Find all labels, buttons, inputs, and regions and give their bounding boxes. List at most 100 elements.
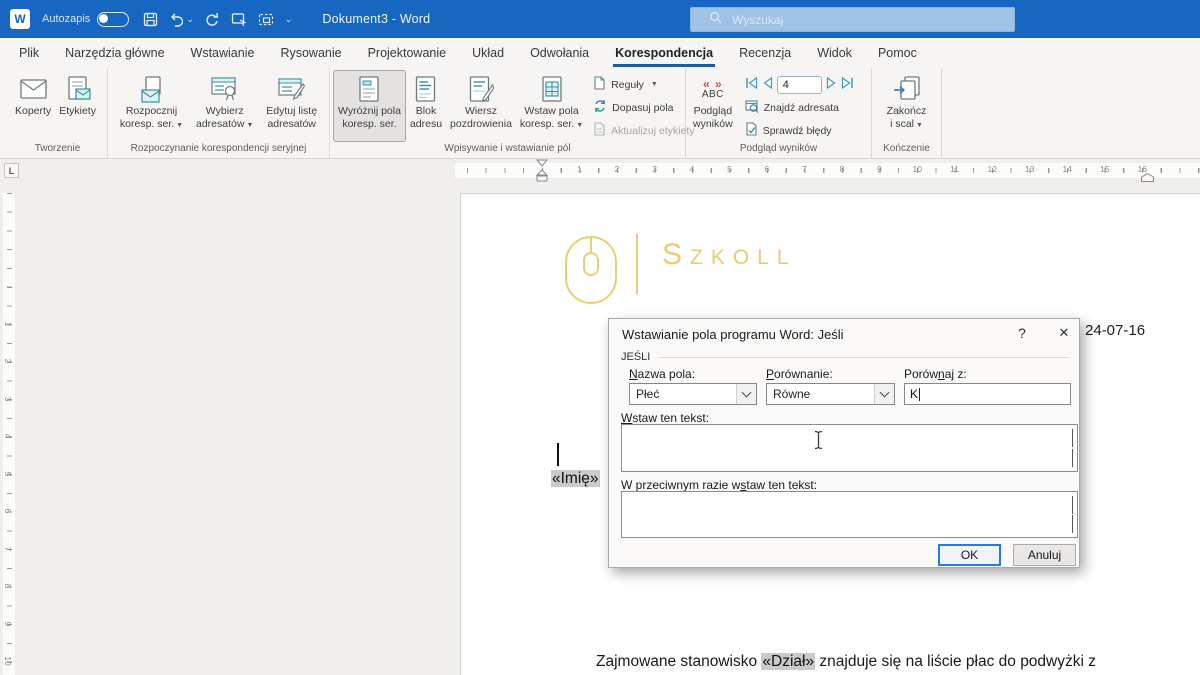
undo-dropdown-chevron[interactable]: ⌄ bbox=[186, 14, 194, 25]
podglad-wynikow-button[interactable]: « »ABC Podglądwyników bbox=[689, 70, 737, 142]
last-record-button[interactable] bbox=[841, 76, 854, 94]
tab-korespondencja[interactable]: Korespondencja bbox=[602, 40, 726, 68]
chevron-down-icon[interactable] bbox=[874, 384, 894, 404]
insert-text-area[interactable] bbox=[621, 424, 1078, 472]
finish-merge-icon bbox=[893, 73, 921, 105]
qat-customize-chevron[interactable]: ⌄ bbox=[285, 14, 293, 25]
wiersz-pozdrowienia-button[interactable]: Wierszpozdrowienia bbox=[446, 70, 516, 142]
compare-to-label: Porównaj z: bbox=[904, 367, 967, 381]
tab-projektowanie[interactable]: Projektowanie bbox=[355, 40, 460, 68]
undo-button[interactable]: ⌄ bbox=[169, 12, 194, 27]
tab-uklad[interactable]: Układ bbox=[459, 40, 517, 68]
first-record-button[interactable] bbox=[745, 76, 758, 94]
document-paragraph[interactable]: Zajmowane stanowisko «Dział» znajduje si… bbox=[596, 653, 1176, 671]
previous-record-button[interactable] bbox=[762, 76, 773, 94]
etykiety-button[interactable]: Etykiety bbox=[55, 70, 100, 142]
redo-button[interactable] bbox=[205, 12, 220, 27]
cancel-button[interactable]: Anuluj bbox=[1013, 544, 1076, 566]
blok-adresu-button[interactable]: Blokadresu bbox=[406, 70, 446, 142]
v-ruler-number: 6 bbox=[3, 505, 13, 517]
h-ruler-number: 7 bbox=[800, 164, 809, 174]
ok-button[interactable]: OK bbox=[938, 544, 1001, 566]
compare-to-input[interactable]: K bbox=[904, 383, 1071, 405]
logo-text[interactable]: Szkoll bbox=[662, 238, 797, 272]
otherwise-text-area[interactable] bbox=[621, 491, 1078, 538]
word-app-icon[interactable]: W bbox=[10, 9, 30, 29]
group-wpisywanie: Wyróżnij polakoresp. ser. Blokadresu Wie… bbox=[330, 68, 686, 158]
match-fields-icon bbox=[593, 99, 607, 116]
tab-odwolania[interactable]: Odwołania bbox=[517, 40, 602, 68]
koperty-button[interactable]: Koperty bbox=[11, 70, 55, 142]
merge-field-dzial[interactable]: «Dział» bbox=[761, 653, 815, 670]
tab-narzedzia-glowne[interactable]: Narzędzia główne bbox=[52, 40, 177, 68]
search-icon bbox=[709, 11, 722, 29]
tab-rysowanie[interactable]: Rysowanie bbox=[267, 40, 354, 68]
chevron-down-icon: ▼ bbox=[916, 122, 923, 129]
insert-word-field-dialog: Wstawianie pola programu Word: Jeśli ? ✕… bbox=[608, 318, 1080, 568]
snip-icon[interactable] bbox=[258, 12, 274, 27]
autosave-toggle[interactable] bbox=[97, 12, 129, 27]
save-icon[interactable] bbox=[143, 12, 158, 27]
logo-mouse-icon[interactable] bbox=[564, 231, 618, 310]
dopasuj-pola-button[interactable]: Dopasuj pola bbox=[593, 99, 694, 116]
sprawdz-bledy-button[interactable]: Sprawdź błędy bbox=[745, 122, 854, 139]
scroll-up-icon[interactable] bbox=[1072, 429, 1073, 447]
ibeam-cursor bbox=[813, 430, 824, 455]
group-rozpoczynanie: Rozpocznijkoresp. ser.▼ Wybierzadresatów… bbox=[108, 68, 330, 158]
v-ruler-number: 8 bbox=[3, 580, 13, 592]
envelope-icon bbox=[20, 73, 47, 105]
help-button[interactable]: ? bbox=[1014, 325, 1030, 341]
quick-access-toolbar: ⌄ ⌄ bbox=[143, 12, 292, 27]
tab-widok[interactable]: Widok bbox=[804, 40, 865, 68]
scroll-up-icon[interactable] bbox=[1072, 496, 1073, 514]
tab-pomoc[interactable]: Pomoc bbox=[865, 40, 930, 68]
h-ruler-number: 15 bbox=[1100, 164, 1109, 174]
vertical-ruler[interactable]: 12345678910 bbox=[0, 183, 17, 675]
search-box[interactable]: Wyszukaj bbox=[690, 7, 1015, 32]
aktualizuj-etykiety-button[interactable]: Aktualizuj etykiety bbox=[593, 122, 694, 139]
merge-field-imie[interactable]: «Imię» bbox=[551, 470, 600, 488]
v-ruler-number: 7 bbox=[3, 543, 13, 555]
toggle-knob bbox=[99, 14, 108, 23]
v-ruler-number: 4 bbox=[3, 430, 13, 442]
h-ruler-number: 9 bbox=[875, 164, 884, 174]
jesli-group-label: JEŚLI bbox=[621, 351, 650, 363]
tab-wstawianie[interactable]: Wstawianie bbox=[178, 40, 268, 68]
field-name-combobox[interactable]: Płeć bbox=[629, 383, 757, 405]
document-date[interactable]: 24-07-16 bbox=[1085, 322, 1145, 339]
zakoncz-i-scal-button[interactable]: Zakończi scal▼ bbox=[883, 70, 931, 142]
v-ruler-number: 9 bbox=[3, 618, 13, 630]
record-number-input[interactable]: 4 bbox=[777, 76, 822, 94]
edytuj-liste-button[interactable]: Edytuj listęadresatów bbox=[262, 70, 321, 142]
comparison-combobox[interactable]: Równe bbox=[766, 383, 895, 405]
tab-recenzja[interactable]: Recenzja bbox=[726, 40, 804, 68]
document-title: Dokument3 - Word bbox=[322, 12, 430, 26]
select-recipients-icon bbox=[211, 73, 238, 105]
tab-plik[interactable]: Plik bbox=[6, 40, 52, 68]
scroll-down-icon[interactable] bbox=[1072, 449, 1073, 467]
close-icon[interactable]: ✕ bbox=[1055, 325, 1073, 341]
scroll-down-icon[interactable] bbox=[1072, 515, 1073, 533]
labels-icon bbox=[65, 73, 91, 105]
v-ruler-number: 5 bbox=[3, 468, 13, 480]
group-label-rozpoczynanie: Rozpoczynanie korespondencji seryjnej bbox=[108, 142, 329, 158]
wstaw-pola-button[interactable]: Wstaw polakoresp. ser.▼ bbox=[516, 70, 587, 142]
rozpocznij-koresp-button[interactable]: Rozpocznijkoresp. ser.▼ bbox=[116, 70, 187, 142]
title-bar: W Autozapis ⌄ ⌄ Dokument3 - Word Wyszuka… bbox=[0, 0, 1200, 38]
next-record-button[interactable] bbox=[826, 76, 837, 94]
znajdz-adresata-button[interactable]: Znajdź adresata bbox=[745, 100, 854, 116]
wybierz-adresatow-button[interactable]: Wybierzadresatów▼ bbox=[192, 70, 257, 142]
check-errors-icon bbox=[745, 122, 758, 139]
chevron-down-icon[interactable] bbox=[736, 384, 756, 404]
h-ruler-number: 6 bbox=[763, 164, 772, 174]
reguly-button[interactable]: Reguły▼ bbox=[593, 76, 694, 93]
wyroznij-pola-button[interactable]: Wyróżnij polakoresp. ser. bbox=[333, 70, 406, 142]
h-ruler-number: 13 bbox=[1025, 164, 1034, 174]
edit-recipient-list-icon bbox=[278, 73, 305, 105]
horizontal-ruler: 12345678910111213141516 bbox=[0, 159, 1200, 183]
insert-merge-field-icon bbox=[540, 73, 564, 105]
otherwise-text-label: W przeciwnym razie wstaw ten tekst: bbox=[621, 478, 817, 492]
group-tworzenie: Koperty Etykiety Tworzenie bbox=[8, 68, 108, 158]
ribbon-tabs: PlikNarzędzia główneWstawianieRysowanieP… bbox=[0, 38, 1200, 68]
touch-mode-icon[interactable] bbox=[231, 12, 247, 27]
